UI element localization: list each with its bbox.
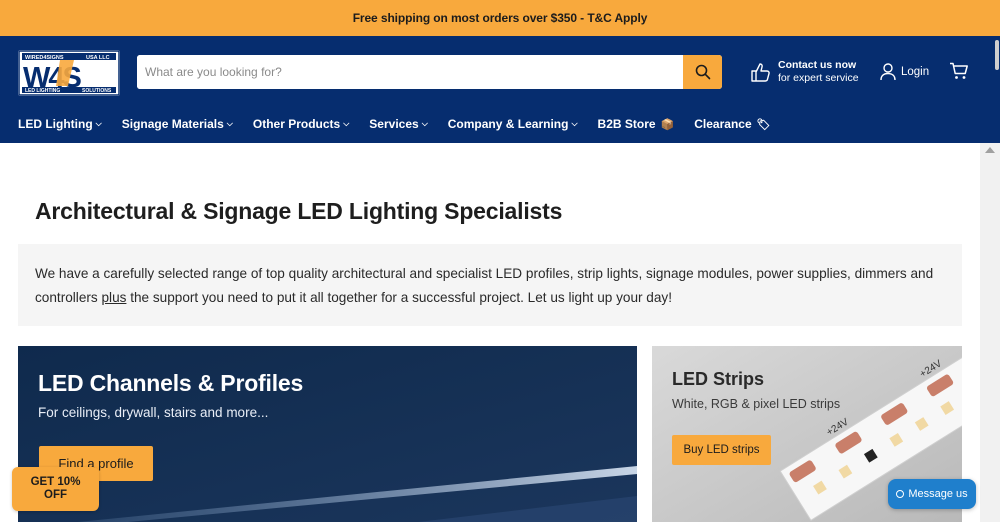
search-bar [137, 55, 722, 89]
card-title: LED Strips [672, 369, 765, 389]
card-subtitle: For ceilings, drywall, stairs and more..… [38, 405, 269, 420]
nav-led-lighting[interactable]: LED Lighting ⌵ [18, 117, 102, 131]
page-title: Architectural & Signage LED Lighting Spe… [35, 198, 563, 224]
user-icon [880, 63, 896, 81]
intro-text-2: the support you need to put it all toget… [126, 290, 673, 305]
contact-link[interactable]: Contact us now for expert service [750, 59, 859, 85]
login-link[interactable]: Login [880, 63, 929, 81]
login-label: Login [901, 66, 930, 78]
nav-clearance[interactable]: Clearance 🏷 [694, 117, 770, 131]
chevron-down-icon: ⌵ [571, 119, 578, 128]
announcement-bar: Free shipping on most orders over $350 -… [0, 0, 1000, 36]
nav-label: Services [369, 117, 419, 131]
nav-company-learning[interactable]: Company & Learning ⌵ [448, 117, 578, 131]
chevron-down-icon: ⌵ [226, 119, 233, 128]
chevron-down-icon: ⌵ [95, 119, 102, 128]
content-scrollbar[interactable] [980, 143, 1000, 522]
logo-text-bottom-right: SOLUTIONS [82, 88, 112, 94]
nav-other-products[interactable]: Other Products ⌵ [253, 117, 349, 131]
nav-services[interactable]: Services ⌵ [369, 117, 427, 131]
nav-signage-materials[interactable]: Signage Materials ⌵ [122, 117, 233, 131]
chevron-down-icon: ⌵ [421, 119, 428, 128]
logo-text-top-right: USA LLC [86, 55, 110, 61]
intro-panel: We have a carefully selected range of to… [18, 244, 962, 326]
nav-label: Other Products [252, 117, 341, 131]
buy-led-strips-button[interactable]: Buy LED strips [672, 435, 771, 465]
logo-text-bottom-left: LED LIGHTING [25, 88, 60, 94]
tag-icon: 🏷 [756, 118, 771, 131]
contact-line1: Contact us now [778, 59, 857, 71]
cart-icon [950, 62, 968, 79]
search-button[interactable] [683, 55, 722, 89]
site-logo[interactable]: WIRED4SIGNS USA LLC W4S LED LIGHTING SOL… [18, 50, 120, 96]
nav-label: B2B Store [597, 117, 656, 131]
thumbs-up-icon [751, 63, 770, 82]
nav-label: Signage Materials [121, 117, 224, 131]
nav-label: LED Lighting [18, 117, 93, 131]
message-us-button[interactable]: Message us [888, 479, 976, 509]
intro-plus-link[interactable]: plus [101, 290, 126, 305]
main-nav: LED Lighting ⌵ Signage Materials ⌵ Other P… [18, 114, 791, 134]
site-header: WIRED4SIGNS USA LLC W4S LED LIGHTING SOL… [0, 36, 1000, 143]
contact-line2: for expert service [778, 72, 859, 84]
nav-label: Clearance [694, 117, 752, 131]
chevron-down-icon: ⌵ [343, 119, 350, 128]
search-icon [695, 64, 710, 80]
discount-badge[interactable]: GET 10% OFF [12, 467, 99, 511]
led-channels-card[interactable]: LED Channels & Profiles For ceilings, dr… [18, 346, 637, 522]
cart-button[interactable] [949, 62, 969, 85]
chat-icon [896, 490, 905, 498]
card-subtitle: White, RGB & pixel LED strips [672, 397, 841, 411]
package-icon: 📦 [660, 118, 675, 131]
nav-b2b-store[interactable]: B2B Store 📦 [598, 117, 675, 131]
scroll-up-arrow-icon[interactable] [985, 147, 995, 153]
promo-line1: GET 10% [30, 476, 81, 488]
page-scrollbar-thumb[interactable] [995, 40, 999, 70]
logo-text-top-left: WIRED4SIGNS [25, 55, 64, 61]
promo-line2: OFF [44, 489, 67, 501]
search-input[interactable] [137, 55, 683, 89]
chat-label: Message us [908, 488, 968, 500]
announcement-text: Free shipping on most orders over $350 -… [352, 11, 648, 25]
nav-label: Company & Learning [447, 117, 569, 131]
card-title: LED Channels & Profiles [38, 370, 304, 396]
